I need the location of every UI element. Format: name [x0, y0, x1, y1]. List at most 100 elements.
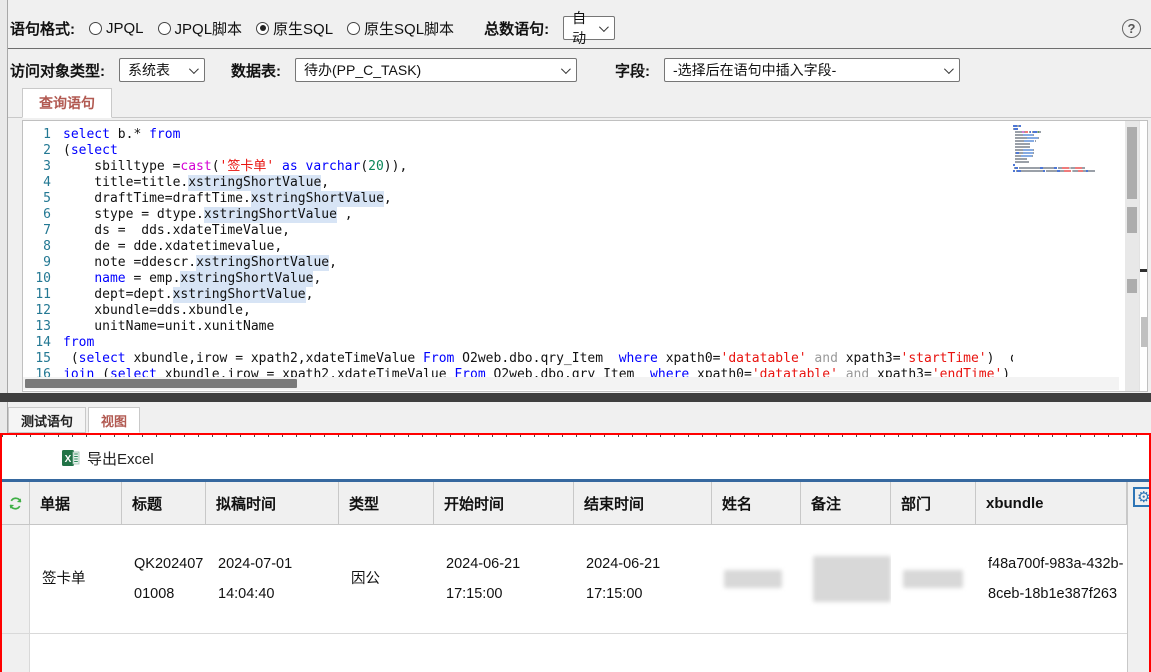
line-number: 15 — [35, 351, 51, 366]
line-number: 3 — [43, 159, 51, 174]
table-cell: 2024-07-01 14:04:40 — [218, 556, 293, 602]
line-number: 10 — [35, 271, 51, 286]
table-cell: 因公 — [339, 634, 434, 672]
table-cell: 2024-07-01 — [206, 634, 339, 672]
toolbar-divider — [8, 48, 1151, 49]
code-line: 8 de = dde.xdatetimevalue, — [23, 239, 1117, 255]
tab-query-statement[interactable]: 查询语句 — [22, 88, 112, 118]
code-line: 12 xbundle=dds.xbundle, — [23, 303, 1117, 319]
table-cell — [574, 634, 712, 672]
radio-format-0[interactable]: JPQL — [89, 20, 144, 37]
count-statement-label: 总数语句: — [484, 20, 550, 38]
radio-format-3[interactable]: 原生SQL脚本 — [347, 18, 454, 39]
table-cell: 因公 — [351, 571, 380, 587]
field-select[interactable]: -选择后在语句中插入字段- — [664, 58, 960, 82]
panel-splitter[interactable] — [0, 393, 1151, 402]
table-row[interactable]: 签卡单QK202407010142024-07-01因公2024-07-01fa… — [2, 634, 1127, 672]
editor-minimap[interactable] — [1013, 125, 1125, 385]
svg-text:X: X — [65, 454, 72, 465]
column-header-2[interactable]: 标题 — [122, 482, 206, 524]
chevron-down-icon — [560, 63, 571, 74]
table-row[interactable]: 签卡单 QK20240701008 2024-07-01 14:04:40 因公 202… — [2, 525, 1127, 634]
result-tab-strip: 测试语句 视图 — [8, 406, 1151, 433]
editor-horizontal-scrollbar[interactable] — [23, 377, 1119, 390]
column-header-5[interactable]: 开始时间 — [434, 482, 574, 524]
table-cell: 2024-06-21 17:15:00 — [586, 556, 661, 602]
radio-format-1[interactable]: JPQL脚本 — [157, 18, 242, 39]
editor-vertical-scrollbar[interactable] — [1125, 121, 1139, 391]
column-header-7[interactable]: 姓名 — [712, 482, 801, 524]
redacted-value — [903, 570, 963, 588]
sql-editor[interactable]: 1 select b.* from 2(select 3 sbilltype = cas… — [22, 120, 1148, 392]
radio-circle-icon — [157, 21, 171, 35]
table-cell — [801, 634, 891, 672]
editor-overview-ruler — [1139, 121, 1147, 391]
row-selector[interactable] — [2, 525, 30, 633]
code-line: 10 name = emp. xstringShortValue, — [23, 271, 1117, 287]
radio-label: 原生SQL — [273, 20, 334, 38]
statement-format-label: 语句格式: — [10, 20, 75, 38]
table-cell: 2024-07-01 — [434, 634, 574, 672]
column-header-3[interactable]: 拟稿时间 — [206, 482, 339, 524]
table-cell: 2024-06-21 17:15:00 — [446, 556, 521, 602]
radio-format-2[interactable]: 原生SQL — [256, 18, 333, 39]
view-result-panel: X 导出Excel 单据 标题 拟稿时间 类型 开始时间 结束时间 姓名 备注 部门 xbundl… — [0, 433, 1151, 672]
column-header-4[interactable]: 类型 — [339, 482, 434, 524]
object-type-select[interactable]: 系统表 — [119, 58, 205, 82]
line-number: 13 — [35, 319, 51, 334]
chevron-down-icon — [188, 63, 199, 74]
excel-icon: X — [62, 450, 80, 466]
code-line: 2(select — [23, 143, 1117, 159]
help-icon[interactable]: ? — [1122, 18, 1141, 38]
table-cell — [712, 634, 801, 672]
column-header-9[interactable]: 部门 — [891, 482, 976, 524]
table-cell — [801, 525, 891, 633]
tab-test-statement[interactable]: 测试语句 — [8, 407, 87, 433]
table-cell — [891, 525, 976, 633]
chevron-down-icon — [943, 63, 954, 74]
scrollbar-thumb[interactable] — [25, 379, 297, 388]
field-value: -选择后在语句中插入字段- — [673, 62, 837, 78]
data-table-select[interactable]: 待办(PP_C_TASK) — [295, 58, 577, 82]
code-line: 1 select b.* from — [23, 127, 1117, 143]
column-header-1[interactable]: 单据 — [30, 482, 122, 524]
field-label: 字段: — [615, 62, 650, 80]
statement-format-radio-group: JPQL JPQL脚本 原生SQL 原生SQL脚本 — [89, 18, 454, 39]
tab-view[interactable]: 视图 — [88, 407, 141, 433]
data-table-label: 数据表: — [231, 62, 281, 80]
code-line: 14 from — [23, 335, 1117, 351]
code-line: 5 draftTime=draftTime. xstringShortValue, — [23, 191, 1117, 207]
code-line: 11 dept=dept. xstringShortValue, — [23, 287, 1117, 303]
count-statement-select[interactable]: 自动 — [563, 10, 616, 46]
code-line: 6 stype = dtype. xstringShortValue , — [23, 207, 1117, 223]
result-toolbar: X 导出Excel — [2, 437, 1149, 479]
data-source-toolbar: 访问对象类型: 系统表 数据表: 待办(PP_C_TASK) 字段: -选择后在… — [10, 56, 1141, 84]
refresh-button[interactable] — [2, 482, 30, 524]
data-table-value: 待办(PP_C_TASK) — [304, 62, 422, 78]
column-header-6[interactable]: 结束时间 — [574, 482, 712, 524]
column-header-8[interactable]: 备注 — [801, 482, 891, 524]
result-table-body: 签卡单 QK20240701008 2024-07-01 14:04:40 因公 202… — [2, 525, 1127, 672]
export-excel-button[interactable]: X 导出Excel — [62, 448, 154, 469]
radio-label: 原生SQL脚本 — [364, 20, 455, 38]
column-header-10[interactable]: xbundle — [976, 482, 1127, 524]
table-cell: 签卡单 — [30, 634, 122, 672]
code-line: 9 note =ddescr. xstringShortValue, — [23, 255, 1117, 271]
row-selector[interactable] — [2, 634, 30, 672]
line-number: 14 — [35, 335, 51, 350]
code-line: 7 ds = dds.xdateTimeValue, — [23, 223, 1117, 239]
radio-circle-icon — [347, 21, 361, 35]
table-cell — [891, 634, 976, 672]
result-table-header: 单据 标题 拟稿时间 类型 开始时间 结束时间 姓名 备注 部门 xbundle — [2, 482, 1127, 525]
radio-circle-icon — [89, 21, 102, 35]
line-number: 11 — [35, 287, 51, 302]
radio-circle-icon — [256, 21, 270, 35]
redacted-value — [724, 570, 782, 588]
table-cell: 签卡单 — [42, 571, 86, 587]
line-number: 6 — [43, 207, 51, 222]
column-settings-icon[interactable]: ⚙ — [1133, 487, 1149, 507]
table-right-gutter — [1127, 482, 1149, 672]
line-number: 5 — [43, 191, 51, 206]
line-number: 8 — [43, 239, 51, 254]
table-cell — [712, 525, 801, 633]
